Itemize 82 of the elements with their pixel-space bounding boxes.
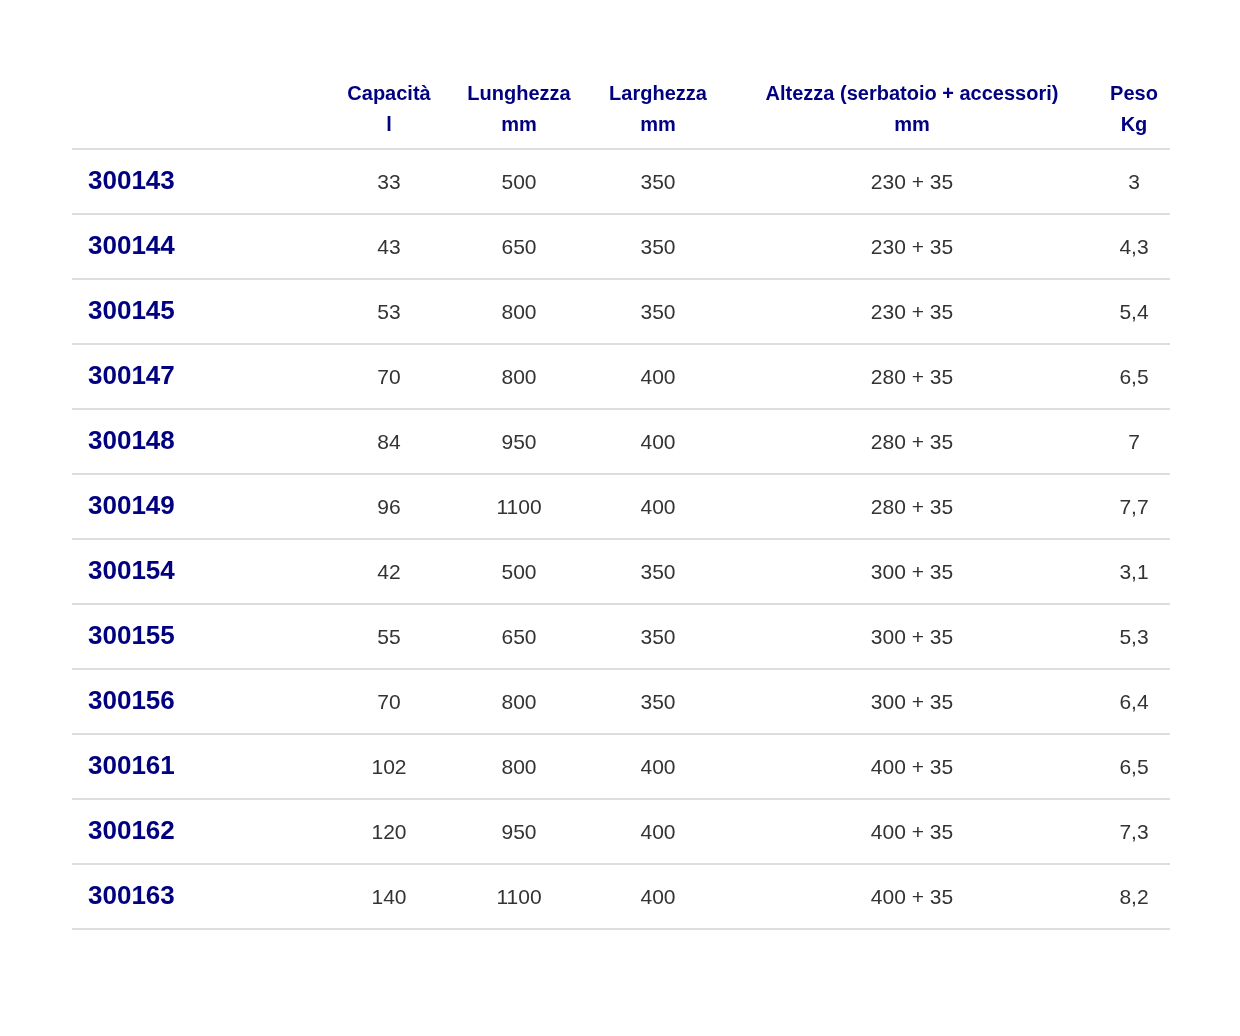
table-cell: 350 — [640, 689, 676, 713]
table-cell: 800 — [501, 364, 537, 388]
table-cell: 800 — [501, 299, 537, 323]
table-cell: 400 — [640, 494, 676, 518]
table-cell: 8,2 — [1119, 884, 1149, 908]
table-cell: 650 — [501, 624, 537, 648]
table-cell: 102 — [371, 754, 407, 778]
table-cell: 350 — [640, 559, 676, 583]
table-cell: 350 — [640, 624, 676, 648]
table-cell: 6,4 — [1119, 689, 1149, 713]
table-cell: 950 — [501, 429, 537, 453]
table-cell: 55 — [377, 624, 401, 648]
table-cell: 42 — [377, 559, 401, 583]
column-unit: mm — [894, 112, 930, 137]
table-cell: 53 — [377, 299, 401, 323]
table-cell: 7,7 — [1119, 494, 1149, 518]
table-cell: 800 — [501, 754, 537, 778]
table-cell: 70 — [377, 689, 401, 713]
column-unit: mm — [640, 112, 676, 137]
table-cell: 120 — [371, 819, 407, 843]
table-cell: 7 — [1128, 429, 1140, 453]
table-cell: 3 — [1128, 169, 1140, 193]
product-code: 300163 — [88, 879, 175, 910]
table-cell: 350 — [640, 299, 676, 323]
table-cell: 300 + 35 — [870, 559, 954, 583]
product-code: 300155 — [88, 619, 175, 650]
table-cell: 140 — [371, 884, 407, 908]
table-cell: 400 — [640, 364, 676, 388]
table-cell: 500 — [501, 559, 537, 583]
table-cell: 7,3 — [1119, 819, 1149, 843]
table-cell: 650 — [501, 234, 537, 258]
table-cell: 280 + 35 — [870, 494, 954, 518]
table-cell: 5,4 — [1119, 299, 1149, 323]
product-code: 300154 — [88, 554, 175, 585]
table-cell: 400 — [640, 884, 676, 908]
table-cell: 3,1 — [1119, 559, 1149, 583]
column-header: Altezza (serbatoio + accessori) — [765, 81, 1059, 106]
table-cell: 400 + 35 — [870, 819, 954, 843]
table-cell: 280 + 35 — [870, 364, 954, 388]
table-cell: 400 + 35 — [870, 884, 954, 908]
table-cell: 800 — [501, 689, 537, 713]
product-code: 300149 — [88, 489, 175, 520]
table-cell: 400 — [640, 819, 676, 843]
product-code: 300148 — [88, 424, 175, 455]
column-unit: l — [386, 112, 392, 137]
table-cell: 500 — [501, 169, 537, 193]
table-cell: 70 — [377, 364, 401, 388]
column-unit: mm — [501, 112, 537, 137]
table-cell: 43 — [377, 234, 401, 258]
table-cell: 4,3 — [1119, 234, 1149, 258]
table-cell: 5,3 — [1119, 624, 1149, 648]
column-header: Lunghezza — [467, 81, 571, 106]
product-code: 300144 — [88, 229, 175, 260]
table-cell: 950 — [501, 819, 537, 843]
product-code: 300162 — [88, 814, 175, 845]
table-cell: 400 + 35 — [870, 754, 954, 778]
table-cell: 6,5 — [1119, 364, 1149, 388]
column-header: Larghezza — [609, 81, 707, 106]
column-header: Capacità — [347, 81, 431, 106]
table-cell: 350 — [640, 234, 676, 258]
column-header: Peso — [1110, 81, 1158, 106]
product-code: 300156 — [88, 684, 175, 715]
table-cell: 400 — [640, 429, 676, 453]
table-cell: 6,5 — [1119, 754, 1149, 778]
table-cell: 1100 — [496, 884, 542, 908]
table-cell: 84 — [377, 429, 401, 453]
table-cell: 230 + 35 — [870, 169, 954, 193]
table-cell: 230 + 35 — [870, 299, 954, 323]
table-cell: 300 + 35 — [870, 689, 954, 713]
table-cell: 350 — [640, 169, 676, 193]
product-code: 300161 — [88, 749, 175, 780]
table-cell: 1100 — [496, 494, 542, 518]
product-code: 300145 — [88, 294, 175, 325]
table-cell: 400 — [640, 754, 676, 778]
table-cell: 280 + 35 — [870, 429, 954, 453]
table-cell: 230 + 35 — [870, 234, 954, 258]
table-cell: 300 + 35 — [870, 624, 954, 648]
product-code: 300147 — [88, 359, 175, 390]
table-cell: 96 — [377, 494, 401, 518]
column-unit: Kg — [1120, 112, 1148, 137]
table-cell: 33 — [377, 169, 401, 193]
product-code: 300143 — [88, 164, 175, 195]
